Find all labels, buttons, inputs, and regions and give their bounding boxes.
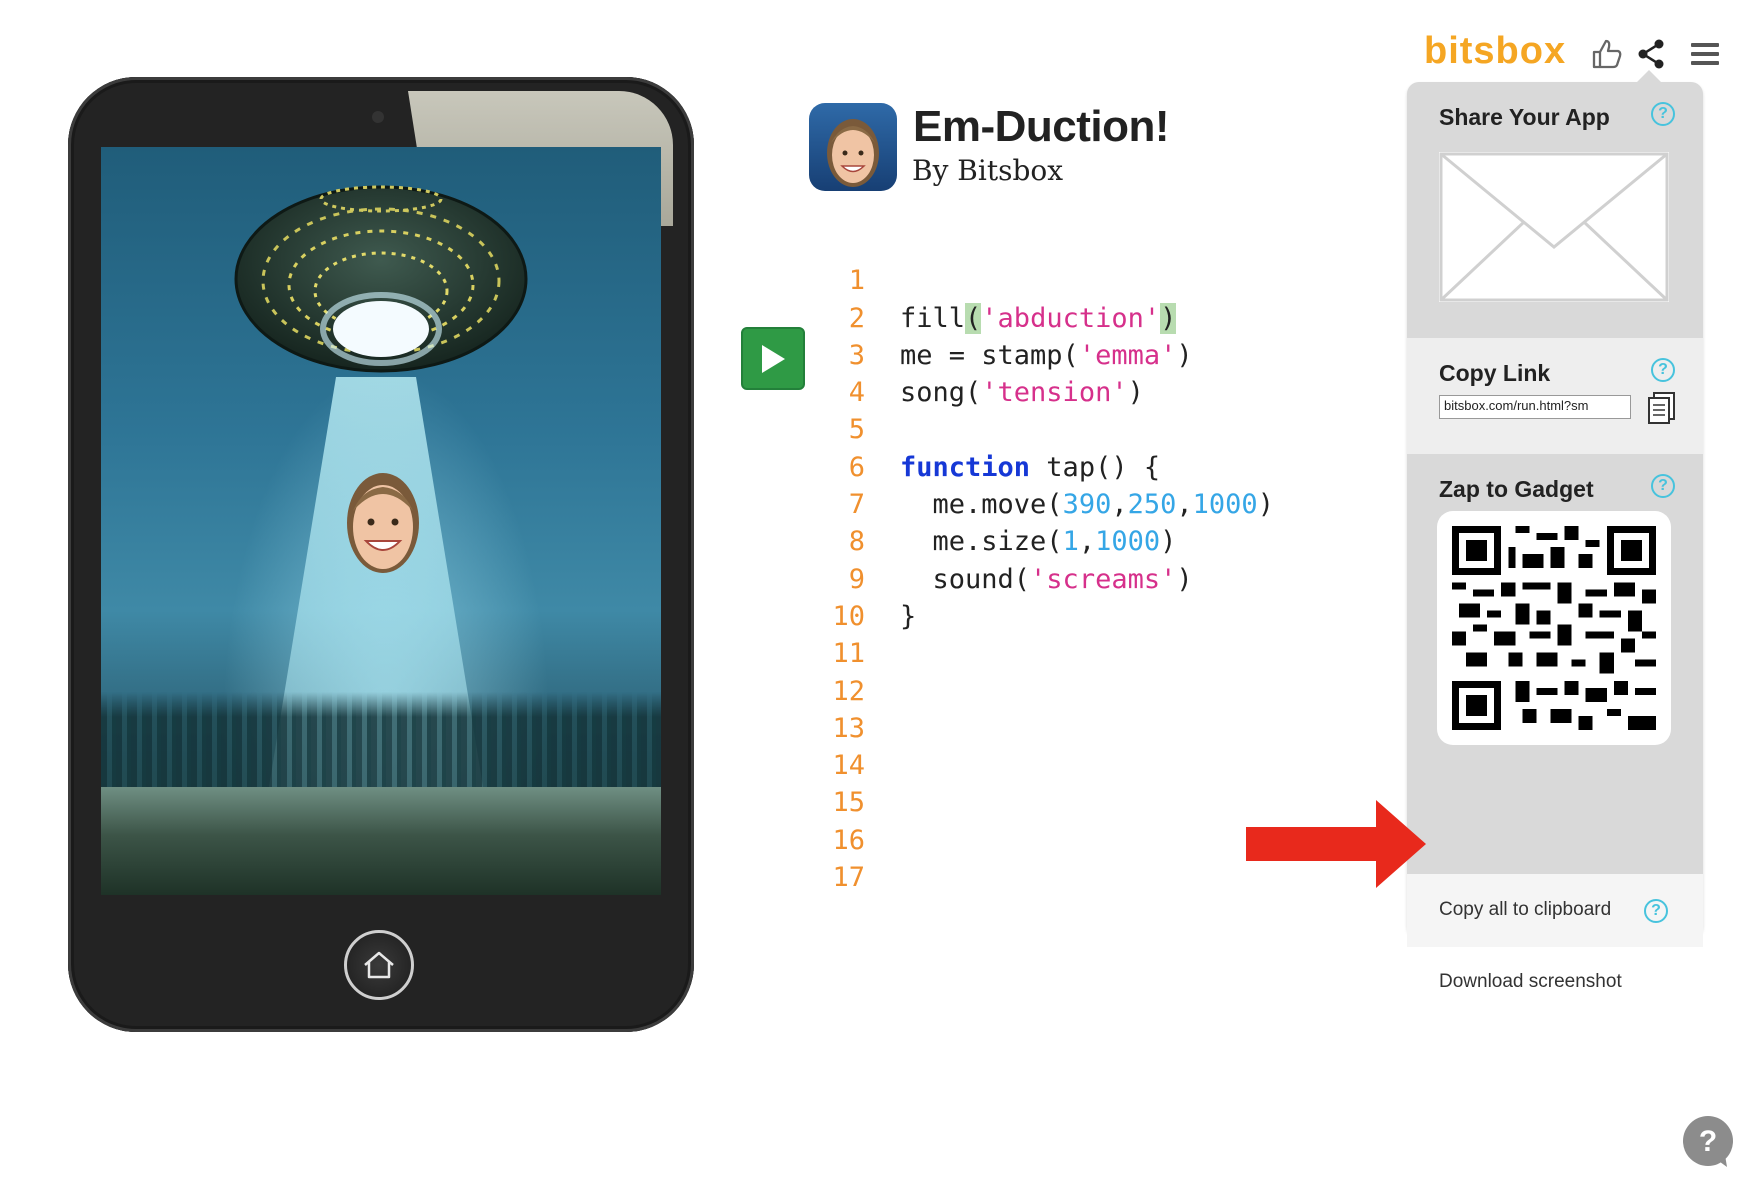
app-title: Em-Duction! — [913, 102, 1170, 151]
code-line[interactable]: 4 — [820, 337, 1380, 408]
zap-to-gadget-heading: Zap to Gadget — [1439, 476, 1594, 502]
bitsbox-logo[interactable]: bitsbox — [1424, 30, 1566, 73]
share-panel: Share Your App ? Copy Link ? bitsbox.com… — [1407, 70, 1703, 992]
code-line[interactable]: 1 fill('abduction') — [820, 225, 1380, 334]
share-link-field[interactable]: bitsbox.com/run.html?sm — [1439, 395, 1631, 419]
thumbs-up-icon[interactable] — [1590, 37, 1624, 71]
zap-to-gadget-section: Zap to Gadget ? — [1407, 454, 1703, 874]
play-icon — [762, 344, 785, 373]
forest-treeline — [101, 692, 661, 802]
line-number: 17 — [832, 862, 865, 894]
download-screenshot-button[interactable]: Download screenshot — [1439, 971, 1622, 993]
tablet-camera — [372, 111, 384, 123]
copy-link-section: Copy Link ? bitsbox.com/run.html?sm — [1407, 338, 1703, 454]
app-icon — [809, 103, 897, 191]
red-arrow-annotation — [1246, 800, 1426, 888]
code-line[interactable]: 9 } — [820, 523, 1380, 632]
copy-all-to-clipboard-button[interactable]: Copy all to clipboard — [1439, 899, 1611, 921]
share-your-app-heading: Share Your App — [1439, 104, 1610, 130]
code-line[interactable]: 8 sound('screams') — [820, 486, 1380, 594]
code-line[interactable]: 14 — [820, 710, 1380, 781]
code-line[interactable]: 11 — [820, 598, 1380, 669]
help-chat-button[interactable]: ? — [1681, 1115, 1735, 1169]
app-author: By Bitsbox — [912, 154, 1064, 187]
zap-help-icon[interactable]: ? — [1651, 474, 1675, 498]
email-share-button[interactable] — [1439, 152, 1669, 302]
code-line[interactable]: 3 song('tension') — [820, 300, 1380, 408]
code-line[interactable]: 10 — [820, 561, 1380, 632]
copy-all-section: Copy all to clipboard ? — [1407, 874, 1703, 947]
home-icon — [364, 951, 394, 979]
envelope-icon — [1439, 152, 1669, 302]
ufo-sprite — [234, 185, 528, 373]
question-bubble-icon: ? — [1683, 1116, 1733, 1167]
copy-link-heading: Copy Link — [1439, 360, 1551, 386]
share-your-app-section: Share Your App ? — [1407, 82, 1703, 338]
code-line[interactable]: 13 — [820, 673, 1380, 744]
meadow-ground — [101, 787, 661, 895]
code-line[interactable]: 2 me = stamp('emma') — [820, 262, 1380, 371]
code-line[interactable]: 15 — [820, 747, 1380, 818]
hamburger-menu-icon[interactable] — [1688, 37, 1722, 71]
code-line[interactable]: 12 — [820, 635, 1380, 707]
run-button[interactable] — [741, 327, 805, 390]
code-line[interactable]: 5 function tap() { — [820, 374, 1380, 482]
share-help-icon[interactable]: ? — [1651, 102, 1675, 126]
code-editor[interactable]: 1 fill('abduction') 2 me = stamp('emma')… — [820, 225, 1380, 893]
app-preview-screen[interactable] — [101, 147, 661, 895]
copy-all-help-icon[interactable]: ? — [1644, 899, 1668, 923]
qr-code-card — [1437, 511, 1671, 745]
share-icon[interactable] — [1634, 37, 1668, 71]
code-line[interactable]: 7 me.size(1,1000) — [820, 449, 1380, 557]
code-line[interactable]: 6 me.move(390,250,1000) — [820, 411, 1380, 520]
app-icon-face — [827, 119, 879, 187]
tablet-device — [68, 77, 694, 1032]
download-section: Download screenshot — [1407, 947, 1703, 1017]
copy-link-help-icon[interactable]: ? — [1651, 358, 1675, 382]
help-bubble-glyph: ? — [1699, 1125, 1717, 1158]
emma-face-sprite — [347, 473, 419, 573]
clipboard-icon[interactable] — [1647, 391, 1677, 425]
tablet-home-button[interactable] — [344, 930, 414, 1000]
qr-code — [1452, 526, 1656, 730]
